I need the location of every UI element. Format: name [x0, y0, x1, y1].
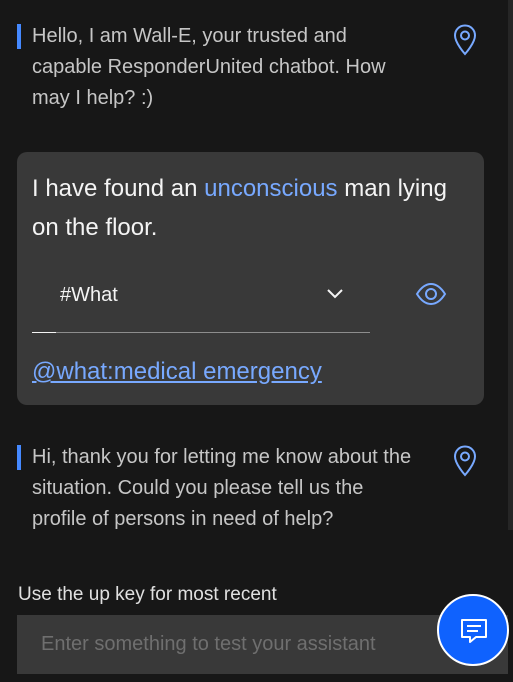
- bot-message-text: Hi, thank you for letting me know about …: [32, 446, 412, 530]
- bot-message-accent-bar: [17, 24, 21, 49]
- chat-launcher-button[interactable]: [437, 594, 509, 666]
- user-message-card: I have found an unconscious man lying on…: [17, 152, 484, 405]
- dropdown-underline-accent: [32, 332, 56, 333]
- eye-icon[interactable]: [415, 282, 447, 306]
- bot-message-accent-bar: [17, 445, 21, 470]
- message-input[interactable]: [17, 615, 508, 674]
- intent-dropdown-value: #What: [60, 284, 118, 306]
- bot-message-text: Hello, I am Wall-E, your trusted and cap…: [32, 25, 386, 109]
- input-hint-label: Use the up key for most recent: [18, 584, 277, 605]
- intent-dropdown[interactable]: #What: [32, 274, 370, 333]
- location-pin-icon[interactable]: [453, 445, 477, 477]
- location-pin-icon[interactable]: [453, 24, 477, 56]
- user-message-text: I have found an unconscious man lying on…: [32, 169, 472, 247]
- bot-message: Hi, thank you for letting me know about …: [17, 445, 477, 530]
- scrollbar-track[interactable]: [508, 0, 513, 530]
- chat-icon: [461, 619, 487, 643]
- chevron-down-icon: [327, 289, 343, 299]
- chat-transcript[interactable]: Hello, I am Wall-E, your trusted and cap…: [0, 0, 508, 530]
- user-text-start: I have found an: [32, 175, 205, 202]
- bot-message: Hello, I am Wall-E, your trusted and cap…: [17, 24, 477, 114]
- detected-entity-word[interactable]: unconscious: [204, 175, 337, 202]
- entity-link[interactable]: @what:medical emergency: [32, 358, 322, 386]
